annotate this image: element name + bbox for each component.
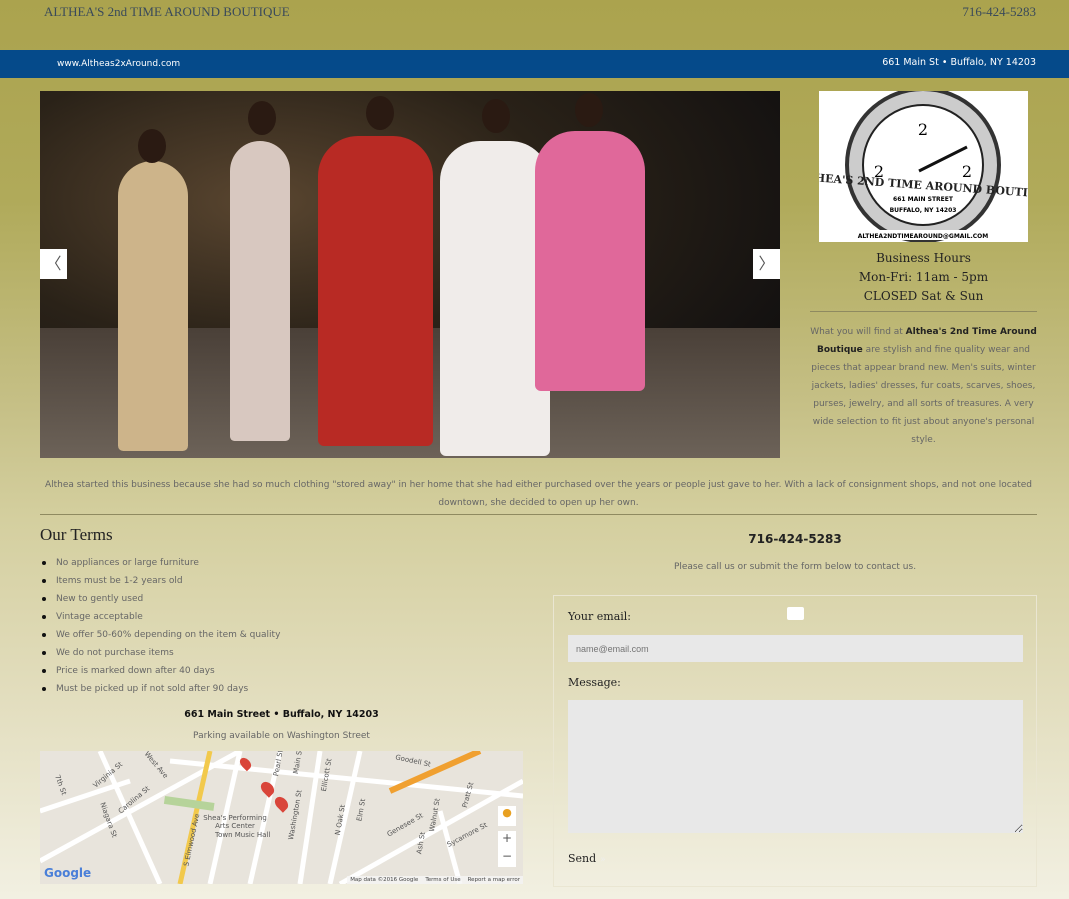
- send-button[interactable]: Send»: [568, 852, 606, 865]
- image-slider: 〈 〉: [40, 91, 780, 458]
- map-terms-link[interactable]: Terms of Use: [425, 877, 460, 883]
- google-map[interactable]: Goodell St Pearl St Main St Washington S…: [40, 751, 523, 884]
- business-hours: Business Hours Mon-Fri: 11am - 5pm CLOSE…: [810, 249, 1037, 306]
- model-head: [138, 129, 166, 163]
- divider: [810, 311, 1037, 312]
- model-head: [575, 93, 603, 127]
- about-text: What you will find at Althea's 2nd Time …: [810, 323, 1037, 449]
- email-field[interactable]: [568, 635, 1023, 662]
- terms-item: We do not purchase items: [41, 644, 280, 662]
- model-head: [482, 99, 510, 133]
- svg-text:661 MAIN STREET: 661 MAIN STREET: [893, 196, 954, 203]
- pegman-icon[interactable]: ●: [498, 806, 516, 826]
- message-field[interactable]: [568, 700, 1023, 833]
- map-report-link[interactable]: Report a map error: [468, 877, 520, 883]
- hours-weekdays: Mon-Fri: 11am - 5pm: [858, 270, 989, 284]
- terms-item: New to gently used: [41, 590, 280, 608]
- map-poi-label: Shea's Performing Arts Center: [203, 814, 267, 830]
- boutique-logo: 2 2 2 ALTHEA'S 2ND TIME AROUND BOUTIQUE …: [819, 91, 1028, 242]
- model-head: [366, 96, 394, 130]
- story-text: Althea started this business because she…: [44, 480, 1033, 508]
- terms-item: Vintage acceptable: [41, 608, 280, 626]
- svg-text:2: 2: [918, 120, 928, 139]
- send-label: Send: [568, 852, 597, 865]
- map-data-credit: Map data ©2016 Google: [350, 877, 419, 883]
- terms-title: Our Terms: [40, 525, 113, 544]
- contact-note: Please call us or submit the form below …: [673, 562, 917, 572]
- map-footer: Map data ©2016 Google Terms of Use Repor…: [347, 876, 523, 884]
- model-figure: [440, 141, 550, 456]
- message-label: Message:: [568, 676, 621, 689]
- about-post: are stylish and fine quality wear and pi…: [811, 345, 1036, 445]
- contact-phone: 716-424-5283: [748, 532, 842, 546]
- model-figure: [118, 161, 188, 451]
- website-link[interactable]: www.Altheas2xAround.com: [57, 59, 180, 69]
- hours-title: Business Hours: [876, 251, 971, 265]
- top-header: ALTHEA'S 2nd TIME AROUND BOUTIQUE 716-42…: [0, 0, 1069, 50]
- street-address: 661 Main Street • Buffalo, NY 14203: [184, 709, 379, 720]
- map-poi-label: Town Music Hall: [215, 831, 271, 839]
- model-figure: [230, 141, 290, 441]
- slider-next-button[interactable]: 〉: [753, 249, 780, 279]
- model-head: [248, 101, 276, 135]
- terms-item: No appliances or large furniture: [41, 554, 280, 572]
- model-figure: [318, 136, 433, 446]
- chat-bubble-icon: [787, 607, 804, 620]
- terms-item: We offer 50-60% depending on the item & …: [41, 626, 280, 644]
- terms-item: Items must be 1-2 years old: [41, 572, 280, 590]
- email-label: Your email:: [568, 610, 632, 623]
- terms-item: Must be picked up if not sold after 90 d…: [41, 680, 280, 698]
- about-pre: What you will find at: [810, 327, 906, 337]
- svg-text:ALTHEA2NDTIMEAROUND@GMAIL.COM: ALTHEA2NDTIMEAROUND@GMAIL.COM: [858, 233, 989, 240]
- svg-text:2: 2: [962, 162, 972, 181]
- header-address: 661 Main St • Buffalo, NY 14203: [882, 57, 1036, 68]
- zoom-in-button[interactable]: +: [498, 831, 516, 849]
- clock-logo-icon: 2 2 2 ALTHEA'S 2ND TIME AROUND BOUTIQUE …: [819, 91, 1028, 242]
- hours-weekend: CLOSED Sat & Sun: [863, 289, 984, 303]
- model-figure: [535, 131, 645, 391]
- divider: [40, 514, 1037, 515]
- terms-item: Price is marked down after 40 days: [41, 662, 280, 680]
- google-logo[interactable]: Google: [44, 866, 91, 880]
- header-phone: 716-424-5283: [962, 4, 1036, 19]
- terms-list: No appliances or large furniture Items m…: [41, 554, 280, 698]
- info-bar: www.Altheas2xAround.com 661 Main St • Bu…: [0, 50, 1069, 78]
- slider-prev-button[interactable]: 〈: [40, 249, 67, 279]
- contact-form: Your email: Message: Send»: [553, 595, 1037, 887]
- double-chevron-icon: »: [600, 855, 606, 865]
- zoom-out-button[interactable]: −: [498, 849, 516, 867]
- svg-text:BUFFALO, NY 14203: BUFFALO, NY 14203: [890, 207, 957, 214]
- site-title[interactable]: ALTHEA'S 2nd TIME AROUND BOUTIQUE: [44, 4, 290, 20]
- parking-note: Parking available on Washington Street: [193, 731, 370, 741]
